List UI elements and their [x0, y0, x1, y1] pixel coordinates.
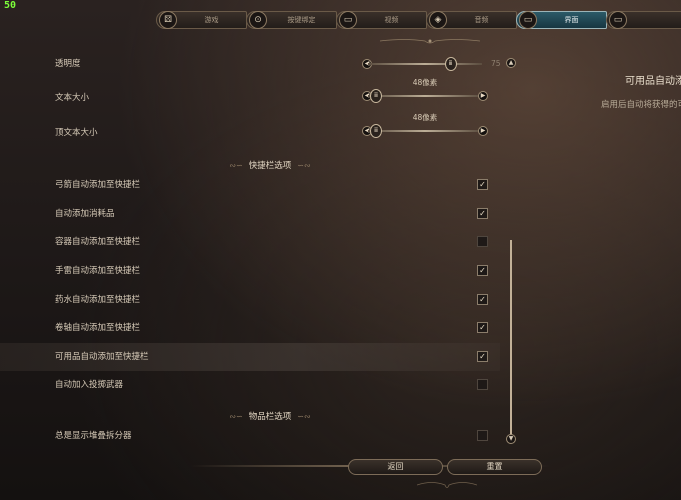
tab-label: 界面	[564, 16, 579, 24]
slider-thumb[interactable]: ⅲ	[370, 89, 382, 103]
setting-label: 总是显示堆叠拆分器	[55, 431, 132, 441]
scroll-down-icon[interactable]: ▼	[506, 434, 516, 444]
setting-row[interactable]: 自动加入投掷武器	[0, 371, 500, 399]
inventory-section-heading: ∾∽ 物品栏选项 ∽∾	[0, 410, 540, 422]
overhead-text-size-row: 顶文本大小 48像素 ◀ ⅲ ▶	[0, 113, 500, 147]
setting-row-selected[interactable]: 可用品自动添加至快捷栏 ✓	[0, 343, 500, 371]
setting-label: 弓箭自动添加至快捷栏	[55, 180, 141, 190]
inventory-section-title: 物品栏选项	[248, 412, 292, 422]
reset-button[interactable]: 重置	[447, 459, 542, 475]
tab-label: 视频	[384, 16, 399, 24]
tab-label: 音频	[474, 16, 489, 24]
setting-label: 自动添加消耗品	[55, 209, 115, 219]
monitor-icon: ▭	[339, 11, 357, 29]
slider-thumb[interactable]: ⅲ	[370, 124, 382, 138]
tab-audio[interactable]: ◈ 音频	[426, 11, 517, 29]
text-size-label: 文本大小	[55, 93, 90, 103]
setting-row[interactable]: 药水自动添加至快捷栏 ✓	[0, 286, 500, 314]
bottom-ornament	[417, 482, 477, 488]
tab-extra[interactable]: ▭	[606, 11, 681, 29]
slider-right-arrow-icon[interactable]: ▶	[478, 91, 488, 101]
ornament-right-icon: ∽∾	[297, 412, 311, 421]
tab-video[interactable]: ▭ 视频	[336, 11, 427, 29]
setting-checkbox[interactable]: ✓	[477, 351, 488, 362]
tab-label: 游戏	[204, 16, 219, 24]
settings-tab-bar: ⚄ 游戏 ⊙ 按键绑定 ▭ 视频 ◈ 音频 ▭ 界面 ▭	[156, 11, 681, 31]
setting-checkbox[interactable]	[477, 379, 488, 390]
hotbar-section-title: 快捷栏选项	[248, 161, 292, 171]
setting-checkbox[interactable]: ✓	[477, 294, 488, 305]
tab-label: 按键绑定	[287, 16, 316, 24]
setting-checkbox[interactable]: ✓	[477, 322, 488, 333]
opacity-row: 透明度 ◀ ⅲ 75 ▲	[0, 50, 516, 78]
opacity-value: 75	[491, 59, 501, 68]
slider-track	[368, 130, 482, 132]
setting-label: 手雷自动添加至快捷栏	[55, 266, 141, 276]
scroll-up-icon[interactable]: ▲	[506, 58, 516, 68]
opacity-label: 透明度	[55, 59, 81, 69]
controller-icon: ⊙	[249, 11, 267, 29]
setting-checkbox[interactable]: ✓	[477, 265, 488, 276]
setting-row[interactable]: 容器自动添加至快捷栏	[0, 228, 500, 256]
setting-label: 容器自动添加至快捷栏	[55, 237, 141, 247]
ornament-left-icon: ∾∽	[229, 412, 243, 421]
setting-checkbox[interactable]	[477, 236, 488, 247]
setting-label: 自动加入投掷武器	[55, 380, 124, 390]
dice-icon: ⚄	[159, 11, 177, 29]
setting-row[interactable]: 弓箭自动添加至快捷栏 ✓	[0, 171, 500, 199]
tab-interface[interactable]: ▭ 界面	[516, 11, 607, 29]
setting-label: 卷轴自动添加至快捷栏	[55, 323, 141, 333]
overhead-text-size-value: 48像素	[412, 113, 438, 122]
setting-checkbox[interactable]	[477, 430, 488, 441]
setting-row[interactable]: 总是显示堆叠拆分器	[0, 422, 500, 450]
text-size-slider[interactable]: 48像素 ◀ ⅲ ▶	[362, 78, 488, 103]
fps-counter: 50	[4, 0, 17, 11]
text-size-row: 文本大小 48像素 ◀ ⅲ ▶	[0, 78, 500, 112]
setting-row[interactable]: 自动添加消耗品 ✓	[0, 200, 500, 228]
opacity-slider[interactable]: ◀ ⅲ 75	[362, 57, 501, 71]
tooltip-description: 启用后自动将获得的可	[601, 100, 681, 110]
setting-checkbox[interactable]: ✓	[477, 208, 488, 219]
setting-label: 药水自动添加至快捷栏	[55, 295, 141, 305]
text-size-value: 48像素	[412, 78, 438, 87]
slider-track	[368, 95, 482, 97]
scrollbar-track[interactable]	[510, 240, 512, 436]
monitor-icon: ▭	[609, 11, 627, 29]
hotbar-section-heading: ∾∽ 快捷栏选项 ∽∾	[0, 159, 540, 171]
slider-right-arrow-icon[interactable]: ▶	[478, 126, 488, 136]
speaker-icon: ◈	[429, 11, 447, 29]
tab-keybindings[interactable]: ⊙ 按键绑定	[246, 11, 337, 29]
tooltip-title: 可用品自动添	[625, 76, 681, 87]
setting-row[interactable]: 卷轴自动添加至快捷栏 ✓	[0, 314, 500, 342]
setting-label: 可用品自动添加至快捷栏	[55, 352, 149, 362]
divider-ornament	[380, 39, 480, 44]
overhead-text-size-label: 顶文本大小	[55, 128, 98, 138]
ornament-right-icon: ∽∾	[297, 161, 311, 170]
interface-icon: ▭	[519, 11, 537, 29]
overhead-text-size-slider[interactable]: 48像素 ◀ ⅲ ▶	[362, 113, 488, 138]
setting-row[interactable]: 手雷自动添加至快捷栏 ✓	[0, 257, 500, 285]
tab-game[interactable]: ⚄ 游戏	[156, 11, 247, 29]
slider-track	[368, 63, 482, 65]
setting-checkbox[interactable]: ✓	[477, 179, 488, 190]
slider-thumb[interactable]: ⅲ	[444, 57, 457, 71]
back-button[interactable]: 返回	[348, 459, 443, 475]
ornament-left-icon: ∾∽	[229, 161, 243, 170]
